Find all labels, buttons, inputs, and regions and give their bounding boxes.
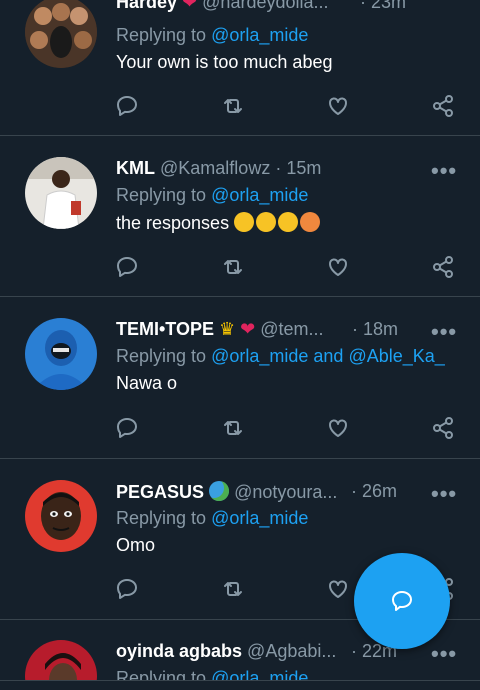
avatar[interactable] [25,157,97,229]
handle[interactable]: @Agbabi... [247,641,336,661]
more-options-button[interactable]: ••• [431,641,457,667]
display-name[interactable]: oyinda agbabs [116,641,242,661]
rofl-emoji [256,212,277,232]
mention-link[interactable]: @orla_mide [211,508,308,528]
replying-to: Replying to @orla_mide [116,668,308,680]
timestamp: · 23m [360,0,407,12]
reply-icon[interactable] [115,416,139,440]
share-icon[interactable] [431,94,455,118]
handle[interactable]: @Kamalflowz [160,158,270,178]
replying-to: Replying to @orla_mide [116,25,308,46]
divider [0,135,480,136]
avatar[interactable] [25,480,97,552]
replying-prefix: Replying to [116,508,207,528]
timestamp: · 15m [275,158,322,178]
rofl-emoji [234,212,255,232]
avatar[interactable] [25,318,97,390]
retweet-icon[interactable] [221,416,245,440]
tweet-text: Omo [116,535,156,555]
replying-prefix: Replying to [116,25,207,45]
avatar[interactable] [25,640,97,680]
reply-icon[interactable] [115,94,139,118]
compose-reply-icon [392,591,412,611]
display-name[interactable]: PEGASUS [116,482,204,502]
rofl-emoji [278,212,299,232]
more-options-button[interactable]: ••• [431,481,457,507]
like-icon[interactable] [326,255,350,279]
reply-icon[interactable] [115,577,139,601]
replying-to: Replying to @orla_mide [116,185,308,206]
divider [0,458,480,459]
share-icon[interactable] [431,255,455,279]
heart-emoji: ❤ [182,0,198,12]
retweet-icon[interactable] [221,255,245,279]
mention-link[interactable]: @orla_mide [211,668,308,680]
mention-link[interactable]: @orla_mide [211,346,308,366]
replying-prefix: Replying to [116,346,207,366]
handle[interactable]: @hardeydolla... [202,0,328,12]
heart-emoji: ❤ [240,319,256,339]
mention-link[interactable]: @Able_Ka_ [348,346,444,366]
replying-and: and [313,346,344,366]
compose-reply-button[interactable] [354,553,450,649]
tweet-text: Your own is too much abeg [116,52,333,72]
handle[interactable]: @tem... [260,319,323,339]
crown-emoji: ♛ [219,319,236,339]
reply-icon[interactable] [115,255,139,279]
divider [0,296,480,297]
tweet-text: Nawa o [116,373,178,393]
retweet-icon[interactable] [221,577,245,601]
mention-link[interactable]: @orla_mide [211,185,308,205]
replying-to: Replying to @orla_mide and @Able_Ka_ [116,346,445,367]
replying-prefix: Replying to [116,185,207,205]
more-options-button[interactable]: ••• [431,158,457,184]
tweet-text: the responses [116,213,230,233]
share-icon[interactable] [431,416,455,440]
person-gesture-emoji [300,212,321,232]
display-name[interactable]: KML [116,158,155,178]
more-options-button[interactable]: ••• [431,319,457,345]
like-icon[interactable] [326,577,350,601]
mention-link[interactable]: @orla_mide [211,25,308,45]
retweet-icon[interactable] [221,94,245,118]
avatar[interactable] [25,0,97,68]
timestamp: · 18m [352,319,399,339]
display-name[interactable]: Hardey [116,0,177,12]
replying-to: Replying to @orla_mide [116,508,308,529]
like-icon[interactable] [326,416,350,440]
display-name[interactable]: TEMI•TOPE [116,319,214,339]
like-icon[interactable] [326,94,350,118]
timestamp: · 26m [351,481,398,501]
handle[interactable]: @notyoura... [234,482,337,502]
globe-emoji [209,481,230,501]
replying-prefix: Replying to [116,668,207,680]
